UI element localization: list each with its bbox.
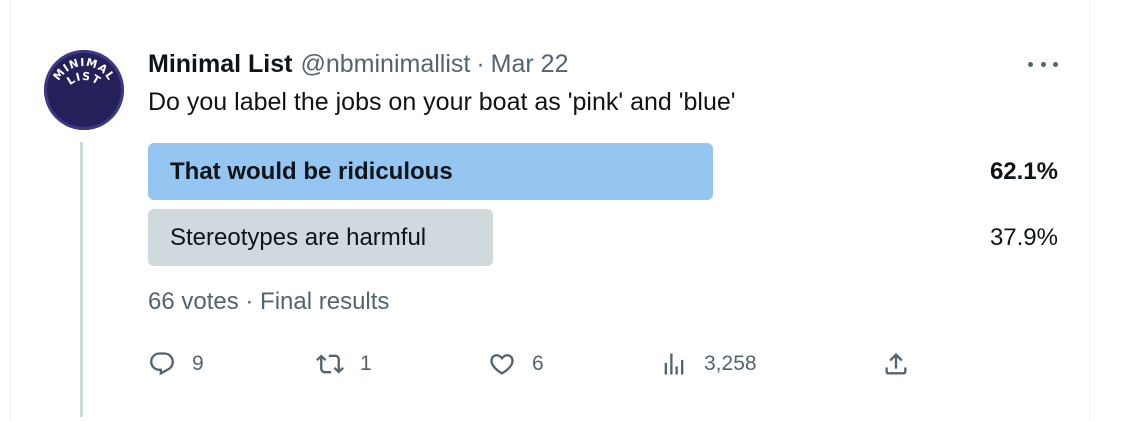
like-count: 6	[532, 352, 544, 375]
action-bar: 9 1 6 3,258	[148, 346, 918, 382]
more-horizontal-icon[interactable]	[1028, 52, 1058, 76]
poll-option-percent: 37.9%	[989, 224, 1058, 251]
tweet-text: Do you label the jobs on your boat as 'p…	[148, 88, 736, 116]
repost-count: 1	[360, 352, 372, 375]
tweet-date[interactable]: Mar 22	[491, 50, 569, 79]
tweet-header: Minimal List @nbminimallist · Mar 22	[148, 48, 568, 80]
views-icon	[664, 353, 684, 375]
header-separator: ·	[476, 49, 485, 78]
thread-line	[80, 142, 83, 417]
share-icon	[885, 353, 907, 375]
views-count: 3,258	[704, 352, 757, 375]
poll-summary: 66 votes · Final results	[148, 288, 390, 315]
repost-button[interactable]: 1	[316, 346, 372, 382]
poll-option-2: Stereotypes are harmful 37.9%	[148, 209, 1058, 266]
reply-count: 9	[192, 352, 204, 375]
poll-option-percent: 62.1%	[989, 158, 1058, 185]
heart-icon	[490, 354, 514, 375]
reply-button[interactable]: 9	[148, 346, 204, 382]
poll-option-1: That would be ridiculous 62.1%	[148, 143, 1058, 200]
author-name[interactable]: Minimal List	[148, 50, 292, 79]
poll-option-label: Stereotypes are harmful	[170, 224, 427, 251]
avatar[interactable]: MINIMAL LIST	[44, 50, 124, 130]
poll-option-label: That would be ridiculous	[170, 158, 453, 185]
reply-icon	[150, 352, 174, 376]
minimal-list-logo: MINIMAL LIST	[51, 56, 117, 88]
like-button[interactable]: 6	[488, 346, 544, 382]
share-button[interactable]	[882, 346, 910, 382]
repost-icon	[316, 354, 344, 374]
views-button[interactable]: 3,258	[660, 346, 757, 382]
author-handle[interactable]: @nbminimallist	[300, 50, 470, 79]
